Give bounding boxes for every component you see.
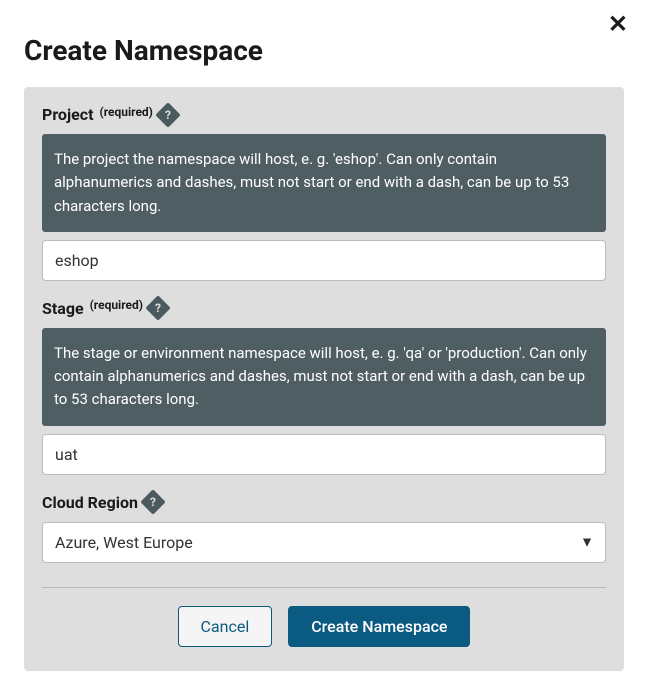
stage-help-text: The stage or environment namespace will … bbox=[42, 328, 606, 426]
help-icon-glyph: ? bbox=[165, 107, 171, 121]
help-icon[interactable]: ? bbox=[140, 489, 165, 514]
create-namespace-modal: ✕ Create Namespace Project (required) ? … bbox=[0, 0, 648, 671]
project-label-row: Project (required) ? bbox=[42, 105, 606, 124]
stage-input[interactable] bbox=[42, 434, 606, 475]
modal-header: ✕ Create Namespace bbox=[0, 0, 648, 67]
project-required: (required) bbox=[100, 105, 153, 119]
help-icon[interactable]: ? bbox=[145, 296, 170, 321]
divider bbox=[42, 587, 606, 588]
cloud-region-label-row: Cloud Region ? bbox=[42, 493, 606, 512]
stage-field-group: Stage (required) ? The stage or environm… bbox=[42, 299, 606, 475]
cloud-region-select-wrapper: Azure, West Europe ▼ bbox=[42, 522, 606, 563]
project-label: Project bbox=[42, 105, 94, 124]
help-icon[interactable]: ? bbox=[155, 102, 180, 127]
cloud-region-label: Cloud Region bbox=[42, 493, 138, 512]
form-container: Project (required) ? The project the nam… bbox=[24, 87, 624, 671]
stage-label: Stage bbox=[42, 299, 84, 318]
cloud-region-select[interactable]: Azure, West Europe bbox=[42, 522, 606, 563]
cancel-button[interactable]: Cancel bbox=[178, 606, 273, 647]
button-row: Cancel Create Namespace bbox=[42, 606, 606, 653]
project-input[interactable] bbox=[42, 240, 606, 281]
stage-required: (required) bbox=[90, 298, 143, 312]
modal-title: Create Namespace bbox=[24, 34, 624, 67]
stage-label-row: Stage (required) ? bbox=[42, 299, 606, 318]
cloud-region-field-group: Cloud Region ? Azure, West Europe ▼ bbox=[42, 493, 606, 563]
project-help-text: The project the namespace will host, e. … bbox=[42, 134, 606, 232]
help-icon-glyph: ? bbox=[155, 301, 161, 315]
close-button[interactable]: ✕ bbox=[608, 12, 628, 36]
create-namespace-button[interactable]: Create Namespace bbox=[288, 606, 470, 647]
help-icon-glyph: ? bbox=[150, 495, 156, 509]
project-field-group: Project (required) ? The project the nam… bbox=[42, 105, 606, 281]
